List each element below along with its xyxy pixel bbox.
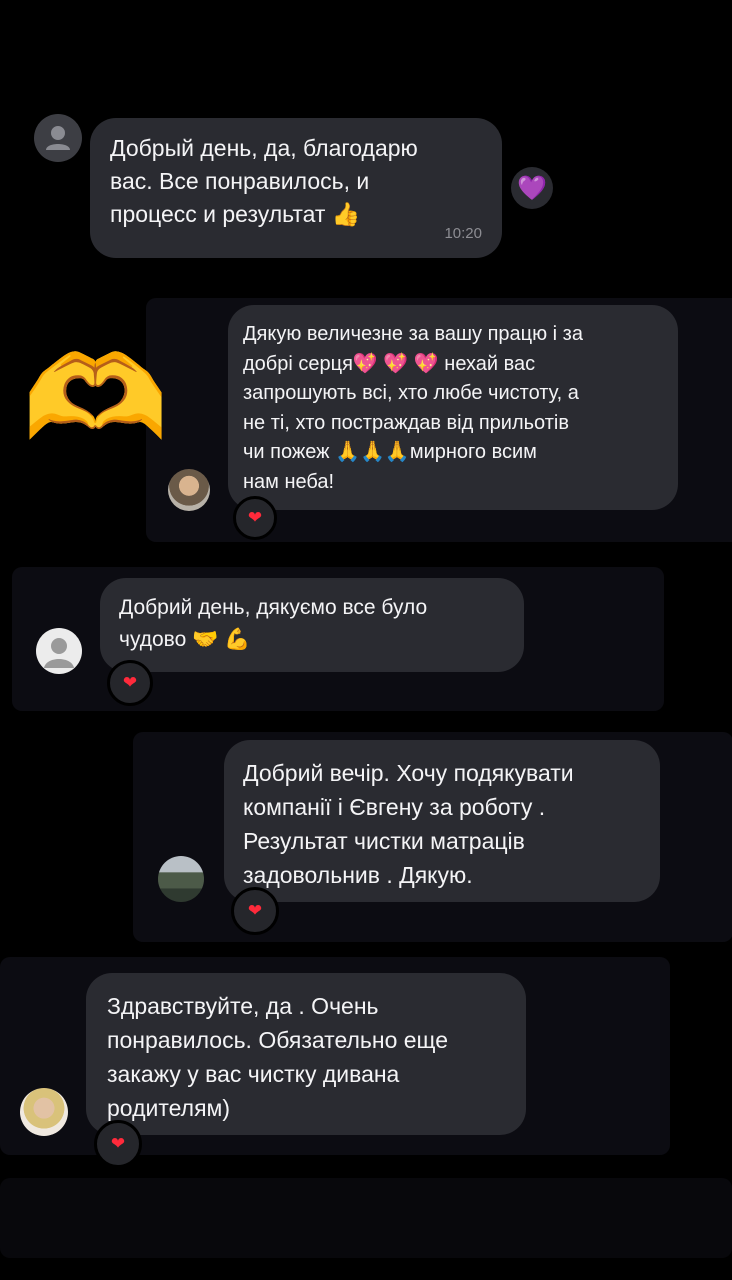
purple-heart-icon: 💜 [517,174,547,202]
heart-reaction-5[interactable]: ❤ [94,1120,142,1168]
message-text-line: понравилось. Обязательно еще [107,1027,449,1053]
message-text-line: чи пожеж [243,441,330,463]
avatar-woman-2[interactable] [20,1088,68,1136]
message-text-line: закажу у вас чистку дивана [107,1061,400,1087]
heart-hands-icon: 🫶 [22,333,169,465]
sparkling-heart-icon: 💖 💖 💖 [352,352,439,375]
message-text-line: родителям) [107,1095,230,1121]
praying-hands-icon: 🙏🙏🙏 [335,441,410,463]
person-icon [44,638,74,668]
handshake-muscle-icon: 🤝 💪 [192,628,251,651]
message-text-line: Дякую величезне за вашу працю і за [243,323,583,345]
message-bubble-5[interactable]: Здравствуйте, да . Очень понравилось. Об… [86,973,526,1135]
red-heart-icon: ❤ [110,1134,126,1153]
message-text-line: не ті, хто постраждав від прильотів [243,411,569,434]
avatar-landscape[interactable] [158,856,204,902]
message-text-line: задовольнив . Дякую. [243,862,473,888]
message-text-line: процесс и результат [110,201,326,227]
message-text-line: Результат чистки матраців [243,828,525,854]
heart-reaction-3[interactable]: ❤ [107,660,153,706]
message-text-line: Добрий вечір. Хочу подякувати [243,760,574,786]
message-text-line: нам неба! [243,470,335,493]
heart-reaction-2[interactable]: ❤ [233,496,277,540]
message-text-line: мирного всим [409,441,537,463]
avatar-placeholder[interactable] [34,114,82,162]
message-text-line: Добрый день, да, благодарю [110,135,418,161]
avatar-placeholder-white[interactable] [36,628,82,674]
heart-reaction-4[interactable]: ❤ [231,887,279,935]
message-text-line: Добрий день, дякуємо все було [119,596,428,619]
message-text-line: Здравствуйте, да . Очень [107,993,379,1019]
thumbs-up-icon: 👍 [331,201,361,227]
message-bubble-2[interactable]: Дякую величезне за вашу працю і за добрі… [228,305,678,510]
avatar-woman-1[interactable] [168,469,210,511]
bottom-panel [0,1178,732,1258]
purple-heart-reaction[interactable]: 💜 [511,167,553,209]
red-heart-icon: ❤ [247,508,263,527]
message-bubble-3[interactable]: Добрий день, дякуємо все було чудово 🤝 💪 [100,578,524,672]
message-text-line: запрошують всі, хто любе чистоту, а [243,382,579,404]
message-text-line: вас. Все понравилось, и [110,168,370,194]
message-text-line: чудово [119,628,187,651]
message-text-line: добрі серця [243,352,353,375]
red-heart-icon: ❤ [122,673,138,692]
message-bubble-4[interactable]: Добрий вечір. Хочу подякувати компанії і… [224,740,660,902]
message-text-line: нехай вас [444,352,536,375]
red-heart-icon: ❤ [247,901,263,920]
message-text-line: компанії і Євгену за роботу . [243,794,546,820]
message-bubble-1[interactable]: Добрый день, да, благодарю вас. Все понр… [90,118,502,258]
message-time: 10:20 [444,225,482,242]
person-icon [46,126,70,150]
